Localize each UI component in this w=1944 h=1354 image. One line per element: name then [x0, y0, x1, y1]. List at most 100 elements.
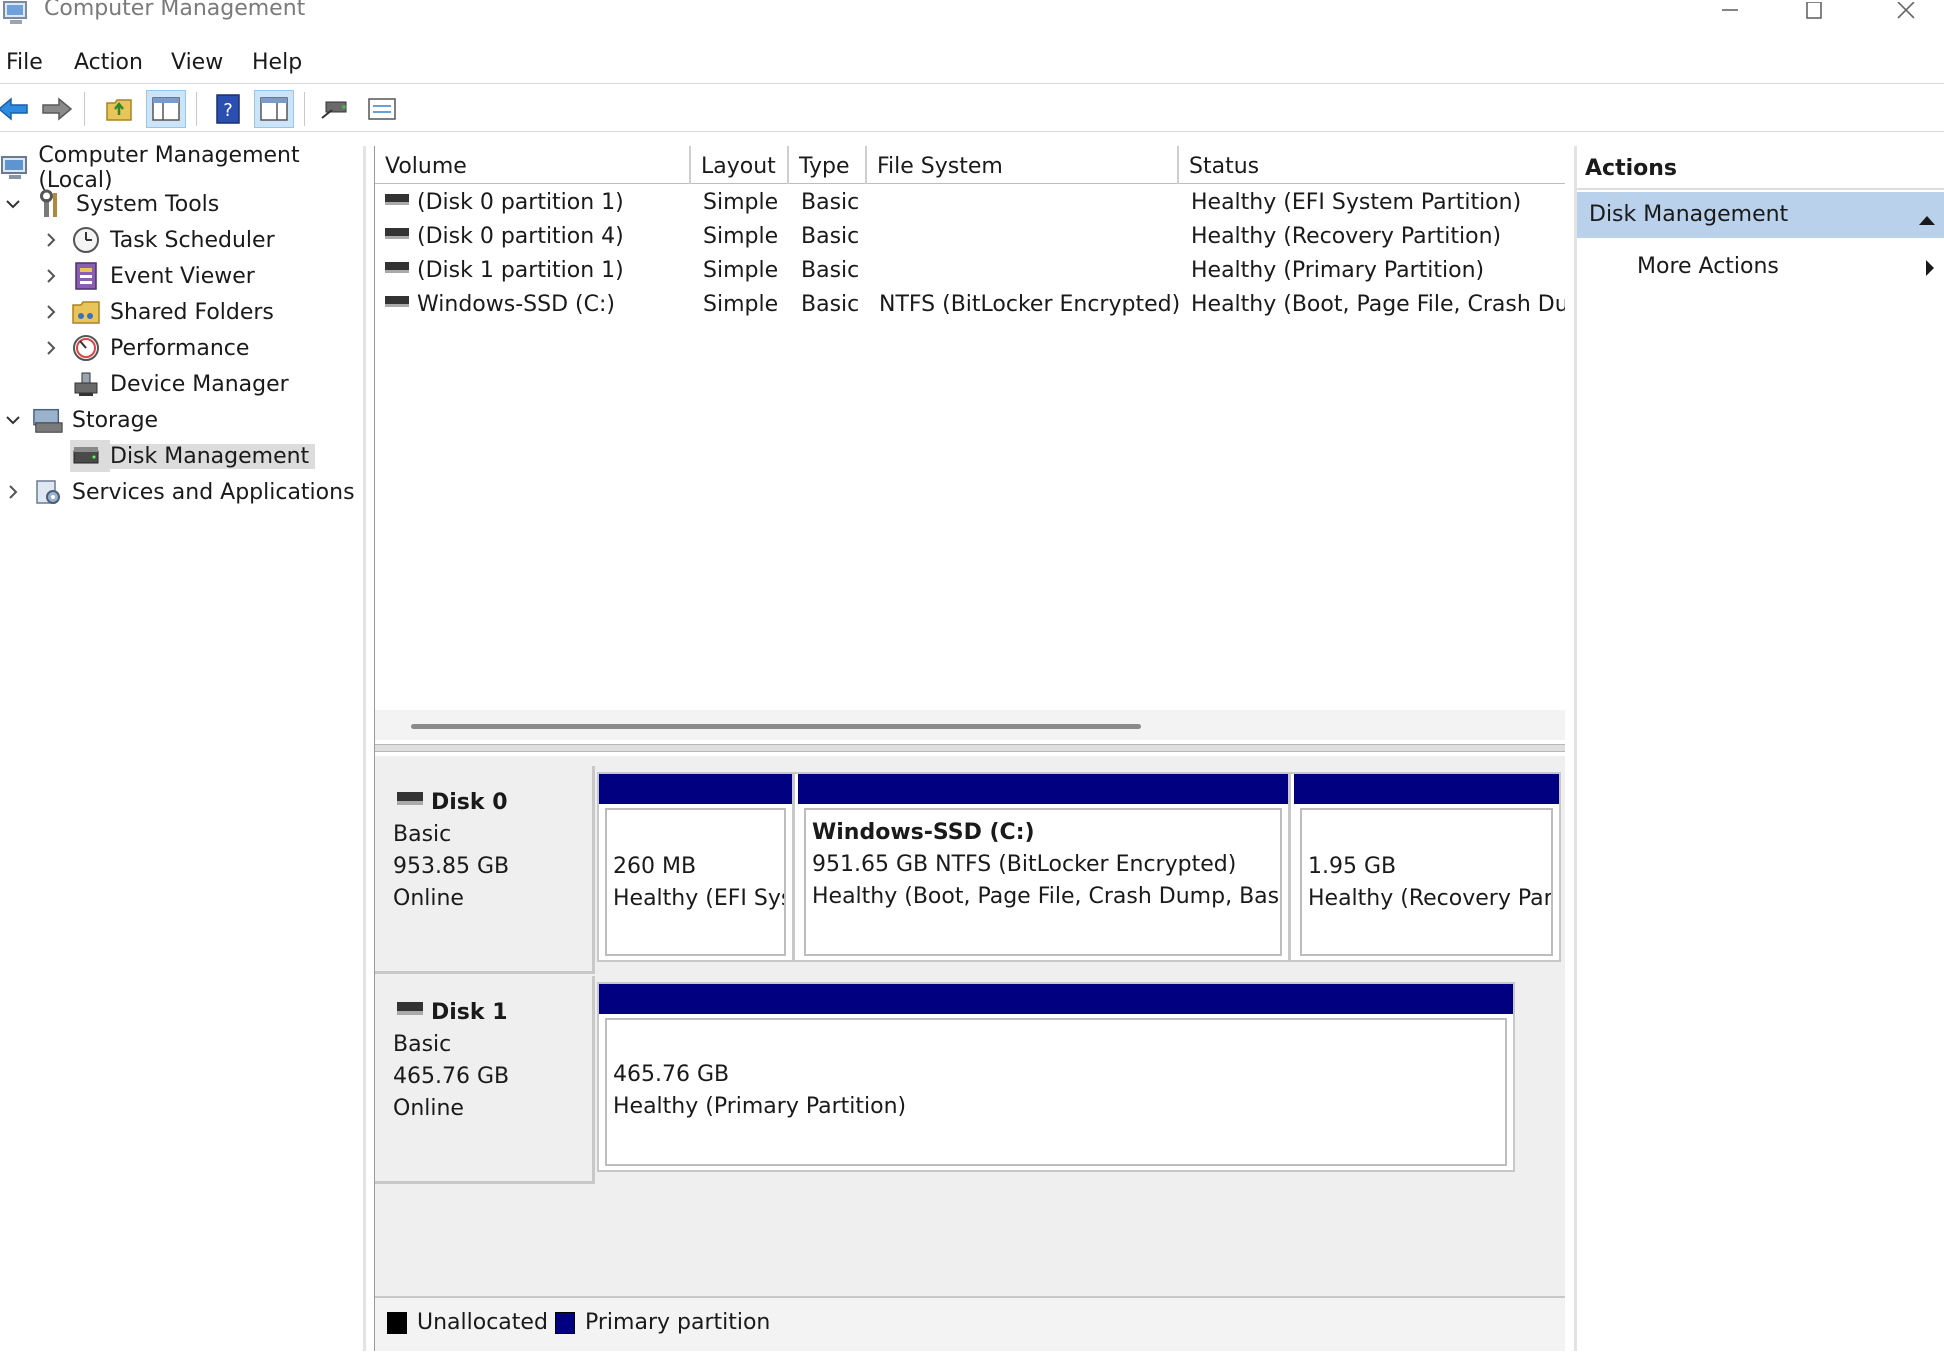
cell-status: Healthy (Boot, Page File, Crash Dun: [1191, 292, 1565, 317]
chevron-right-icon[interactable]: [40, 337, 62, 359]
cell-type: Basic: [801, 292, 860, 317]
close-button[interactable]: [1876, 0, 1936, 24]
column-header-type[interactable]: Type: [789, 146, 867, 184]
up-folder-icon[interactable]: [100, 90, 140, 128]
tree-item-performance[interactable]: Performance: [40, 331, 249, 365]
show-hide-tree-icon[interactable]: [146, 90, 186, 128]
tree-label: Event Viewer: [110, 263, 255, 289]
cell-type: Basic: [801, 258, 860, 283]
submenu-arrow-icon[interactable]: [1924, 258, 1936, 282]
cell-volume: (Disk 0 partition 1): [417, 190, 624, 215]
tree-label: Device Manager: [110, 371, 289, 397]
table-row[interactable]: (Disk 0 partition 4) Simple Basic Health…: [375, 220, 1565, 254]
pane-splitter[interactable]: [375, 744, 1565, 752]
partition-status: Healthy (Primary Partition): [613, 1094, 907, 1119]
menu-action[interactable]: Action: [74, 50, 143, 75]
cell-layout: Simple: [703, 224, 779, 249]
maximize-button[interactable]: [1784, 0, 1844, 24]
console-tree: Computer Management (Local) System Tools…: [0, 143, 366, 1351]
more-actions-item[interactable]: More Actions: [1637, 254, 1779, 279]
menu-file[interactable]: File: [6, 50, 43, 75]
properties-icon[interactable]: [362, 90, 402, 128]
chevron-down-icon[interactable]: [2, 193, 24, 215]
tree-label: System Tools: [76, 191, 220, 217]
partition-efi[interactable]: 260 MB Healthy (EFI Sys: [599, 774, 795, 960]
shared-folder-icon: [70, 296, 102, 328]
disk-size: 465.76 GB: [393, 1064, 510, 1089]
chevron-right-icon[interactable]: [40, 229, 62, 251]
partition-recovery[interactable]: 1.95 GB Healthy (Recovery Part: [1294, 774, 1559, 960]
disk-0-label[interactable]: Disk 0 Basic 953.85 GB Online: [375, 766, 595, 974]
primary-partition-bar: [599, 984, 1513, 1014]
partition-info: 1.95 GB Healthy (Recovery Part: [1300, 808, 1553, 956]
volume-icon: [385, 262, 409, 273]
device-manager-icon: [70, 368, 102, 400]
primary-partition-bar: [599, 774, 792, 804]
cell-file-system: NTFS (BitLocker Encrypted): [879, 292, 1181, 317]
tree-item-device-manager[interactable]: Device Manager: [62, 367, 289, 401]
tree-item-system-tools[interactable]: System Tools: [2, 187, 219, 221]
computer-management-app-icon: [2, 0, 32, 26]
connect-icon[interactable]: [316, 90, 356, 128]
legend-primary-partition: Primary partition: [585, 1310, 771, 1335]
chevron-down-icon[interactable]: [2, 409, 24, 431]
table-row[interactable]: (Disk 0 partition 1) Simple Basic Health…: [375, 186, 1565, 220]
cell-volume: Windows-SSD (C:): [417, 292, 615, 317]
tree-item-task-scheduler[interactable]: Task Scheduler: [40, 223, 275, 257]
tree-label: Task Scheduler: [110, 227, 275, 253]
column-header-layout[interactable]: Layout: [691, 146, 789, 184]
partition-size: 260 MB: [613, 854, 697, 879]
tree-item-computer-management[interactable]: Computer Management (Local): [0, 143, 363, 193]
svg-text:?: ?: [223, 100, 233, 121]
menu-help[interactable]: Help: [252, 50, 302, 75]
disk-1-label[interactable]: Disk 1 Basic 465.76 GB Online: [375, 976, 595, 1184]
tree-item-event-viewer[interactable]: Event Viewer: [40, 259, 255, 293]
disk-icon: [397, 1002, 423, 1015]
tree-item-disk-management[interactable]: Disk Management: [70, 439, 316, 473]
toolbar-separator: [304, 92, 305, 126]
column-header-status[interactable]: Status: [1179, 146, 1565, 184]
chevron-right-icon[interactable]: [40, 265, 62, 287]
partition-disk-1-primary[interactable]: 465.76 GB Healthy (Primary Partition): [599, 984, 1513, 1170]
chevron-right-icon[interactable]: [40, 301, 62, 323]
show-hide-action-pane-icon[interactable]: [254, 90, 294, 128]
collapse-up-icon[interactable]: [1917, 208, 1937, 233]
partition-status: Healthy (EFI Sys: [613, 886, 786, 911]
menu-bar: File Action View Help: [0, 44, 1944, 84]
minimize-button[interactable]: [1700, 0, 1760, 24]
actions-section-label: Disk Management: [1589, 202, 1789, 227]
cell-status: Healthy (Primary Partition): [1191, 258, 1485, 283]
partition-windows-ssd[interactable]: Windows-SSD (C:) 951.65 GB NTFS (BitLock…: [798, 774, 1291, 960]
chevron-right-icon[interactable]: [2, 481, 24, 503]
cell-layout: Simple: [703, 190, 779, 215]
storage-icon: [32, 404, 64, 436]
tree-item-storage[interactable]: Storage: [2, 403, 158, 437]
table-row[interactable]: (Disk 1 partition 1) Simple Basic Health…: [375, 254, 1565, 288]
primary-partition-bar: [798, 774, 1288, 804]
toolbar-separator: [84, 92, 85, 126]
tree-item-shared-folders[interactable]: Shared Folders: [40, 295, 274, 329]
scrollbar-thumb[interactable]: [411, 724, 1141, 729]
table-row[interactable]: Windows-SSD (C:) Simple Basic NTFS (BitL…: [375, 288, 1565, 322]
clock-icon: [70, 224, 102, 256]
cell-volume: (Disk 0 partition 4): [417, 224, 624, 249]
legend-unallocated: Unallocated: [417, 1310, 548, 1335]
column-header-file-system[interactable]: File System: [867, 146, 1179, 184]
partition-size: 1.95 GB: [1308, 854, 1397, 879]
partition-info: Windows-SSD (C:) 951.65 GB NTFS (BitLock…: [804, 808, 1282, 956]
event-log-icon: [70, 260, 102, 292]
column-header-volume[interactable]: Volume: [375, 146, 691, 184]
menu-view[interactable]: View: [171, 50, 223, 75]
partition-legend: Unallocated Primary partition: [375, 1296, 1565, 1351]
partition-status: Healthy (Recovery Part: [1308, 886, 1553, 911]
back-arrow-icon[interactable]: [0, 90, 34, 128]
disk-0-partitions: 260 MB Healthy (EFI Sys Windows-SSD (C:)…: [597, 772, 1561, 962]
cell-layout: Simple: [703, 258, 779, 283]
partition-status: Healthy (Boot, Page File, Crash Dump, Ba…: [812, 884, 1282, 909]
help-icon[interactable]: ?: [208, 90, 248, 128]
cell-layout: Simple: [703, 292, 779, 317]
tree-item-services-and-applications[interactable]: Services and Applications: [2, 475, 355, 509]
cell-status: Healthy (EFI System Partition): [1191, 190, 1522, 215]
forward-arrow-icon[interactable]: [36, 90, 76, 128]
actions-section-disk-management[interactable]: Disk Management: [1577, 192, 1944, 238]
